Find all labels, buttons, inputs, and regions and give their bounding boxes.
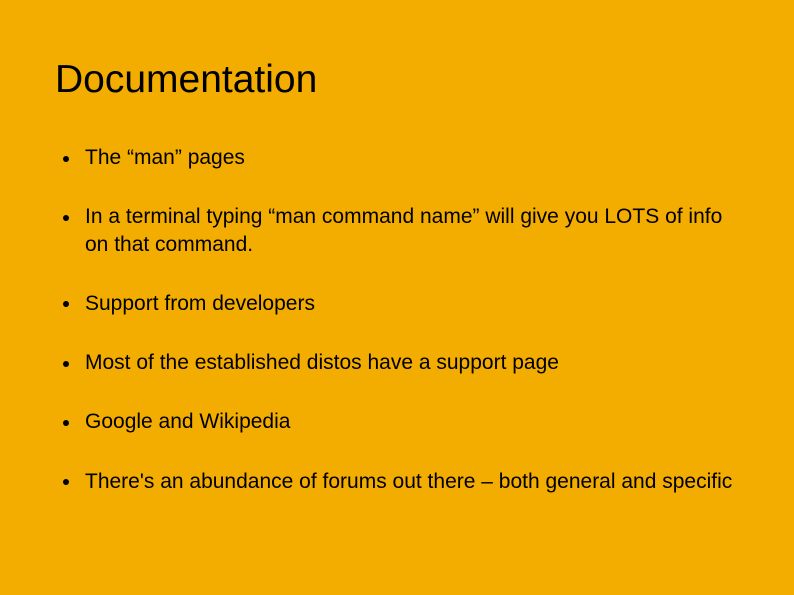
bullet-text: Most of the established distos have a su… <box>85 351 559 374</box>
list-item: In a terminal typing “man command name” … <box>55 203 739 258</box>
bullet-list: The “man” pages In a terminal typing “ma… <box>55 144 739 495</box>
bullet-text: There's an abundance of forums out there… <box>85 470 732 493</box>
bullet-text: Support from developers <box>85 292 315 315</box>
list-item: Google and Wikipedia <box>55 408 739 435</box>
bullet-icon <box>63 301 69 307</box>
list-item: There's an abundance of forums out there… <box>55 468 739 495</box>
bullet-text: In a terminal typing “man command name” … <box>85 205 722 255</box>
list-item: Most of the established distos have a su… <box>55 349 739 376</box>
bullet-text: The “man” pages <box>85 146 245 169</box>
list-item: Support from developers <box>55 290 739 317</box>
list-item: The “man” pages <box>55 144 739 171</box>
bullet-icon <box>63 361 69 367</box>
bullet-icon <box>63 215 69 221</box>
bullet-text: Google and Wikipedia <box>85 410 290 433</box>
bullet-icon <box>63 156 69 162</box>
slide-title: Documentation <box>55 58 739 102</box>
bullet-icon <box>63 479 69 485</box>
bullet-icon <box>63 420 69 426</box>
